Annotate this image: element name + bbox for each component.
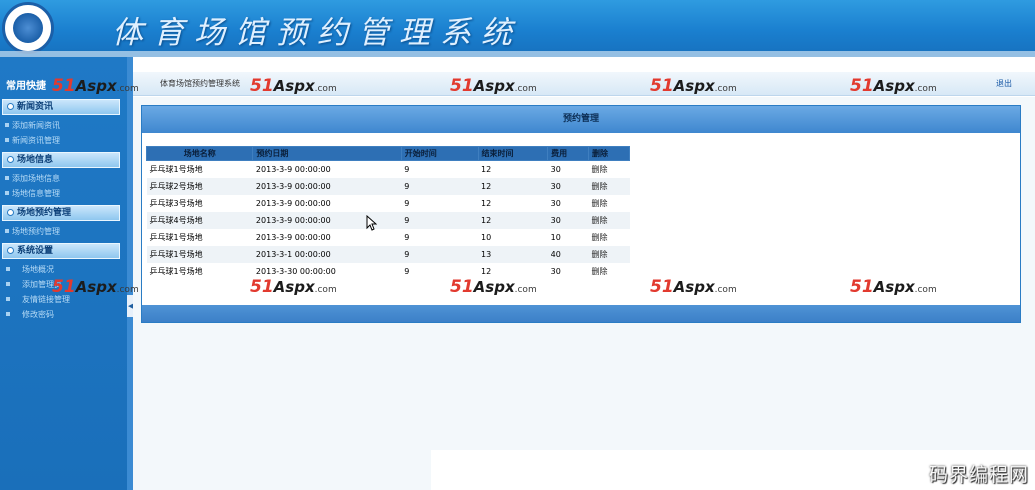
square-bullet-icon [5, 229, 9, 233]
square-bullet-icon [5, 138, 9, 142]
nav-item-change-password[interactable]: 修改密码 [0, 307, 128, 322]
table-row: 乒乓球1号场地 2013-3-9 00:00:00 9 10 10 删除 [147, 229, 630, 246]
nav-group-booking[interactable]: 场地预约管理 [2, 205, 120, 221]
logout-link[interactable]: 退出 [996, 78, 1012, 89]
blank-area: 码界编程网 [431, 450, 1035, 490]
bullet-icon [7, 156, 14, 163]
site-watermark: 码界编程网 [928, 464, 1029, 486]
table-row: 乒乓球1号场地 2013-3-9 00:00:00 9 12 30 删除 [147, 161, 630, 178]
panel-title: 预约管理 [142, 106, 1020, 133]
university-logo [2, 2, 54, 54]
watermark: 51Aspx.com [850, 76, 937, 96]
bullet-icon [7, 209, 14, 216]
square-bullet-icon [5, 123, 9, 127]
delete-link[interactable]: 删除 [589, 161, 630, 178]
square-bullet-icon [5, 176, 9, 180]
delete-link[interactable]: 删除 [589, 195, 630, 212]
square-bullet-icon [6, 312, 10, 316]
delete-link[interactable]: 删除 [589, 229, 630, 246]
system-title: 体育场馆预约管理系统 [112, 15, 522, 51]
delete-link[interactable]: 删除 [589, 263, 630, 280]
col-venue-name: 场地名称 [145, 146, 254, 161]
nav-group-system[interactable]: 系统设置 [2, 243, 120, 259]
watermark: 51Aspx.com [250, 277, 337, 297]
col-start-time: 开始时间 [400, 146, 479, 161]
table-row: 乒乓球2号场地 2013-3-9 00:00:00 9 12 30 删除 [146, 177, 630, 195]
watermark: 51Aspx.com [450, 76, 537, 96]
delete-link[interactable]: 删除 [588, 211, 630, 229]
sidebar: 常用快捷 新闻资讯 添加新闻资讯 新闻资讯管理 场地信息 添加场地信息 场地信息… [0, 57, 128, 490]
bullet-icon [7, 103, 14, 110]
delete-link[interactable]: 删除 [588, 177, 630, 195]
nav-item-venue-manage[interactable]: 场地信息管理 [0, 186, 128, 201]
col-end-time: 结束时间 [477, 146, 549, 161]
booking-table: 场地名称 预约日期 开始时间 结束时间 费用 删除 乒乓球1号场地 2013-3… [145, 146, 630, 280]
breadcrumb: 体育场馆预约管理系统 [160, 79, 240, 88]
nav-item-add-venue[interactable]: 添加场地信息 [0, 171, 128, 186]
watermark: 51Aspx.com [250, 76, 337, 96]
nav-group-venue[interactable]: 场地信息 [2, 152, 120, 168]
table-row: 乒乓球4号场地 2013-3-9 00:00:00 9 12 30 删除 [146, 211, 630, 229]
square-bullet-icon [6, 267, 10, 271]
square-bullet-icon [6, 297, 10, 301]
table-row: 乒乓球1号场地 2013-3-30 00:00:00 9 12 30 删除 [147, 263, 630, 280]
nav-item-add-news[interactable]: 添加新闻资讯 [0, 118, 128, 133]
watermark: 51Aspx.com [650, 277, 737, 297]
square-bullet-icon [6, 282, 10, 286]
nav-group-news[interactable]: 新闻资讯 [2, 99, 120, 115]
header-banner: 体育场馆预约管理系统 [0, 0, 1035, 57]
table-header-row: 场地名称 预约日期 开始时间 结束时间 费用 删除 [145, 146, 630, 161]
watermark: 51Aspx.com [850, 277, 937, 297]
watermark: 51Aspx.com [650, 76, 737, 96]
nav-item-booking-manage[interactable]: 场地预约管理 [0, 224, 128, 239]
watermark: 51Aspx.com [52, 76, 139, 96]
panel-footer-bar [142, 305, 1020, 322]
nav-item-venue-overview[interactable]: 场地概况 [0, 262, 128, 277]
nav-item-news-manage[interactable]: 新闻资讯管理 [0, 133, 128, 148]
watermark: 51Aspx.com [52, 277, 139, 297]
watermark: 51Aspx.com [450, 277, 537, 297]
col-booking-date: 预约日期 [252, 146, 402, 161]
table-row: 乒乓球1号场地 2013-3-1 00:00:00 9 13 40 删除 [146, 245, 630, 263]
delete-link[interactable]: 删除 [588, 245, 630, 263]
table-row: 乒乓球3号场地 2013-3-9 00:00:00 9 12 30 删除 [147, 195, 630, 212]
bullet-icon [7, 247, 14, 254]
col-fee: 费用 [547, 146, 590, 161]
square-bullet-icon [5, 191, 9, 195]
col-delete: 删除 [588, 146, 630, 161]
